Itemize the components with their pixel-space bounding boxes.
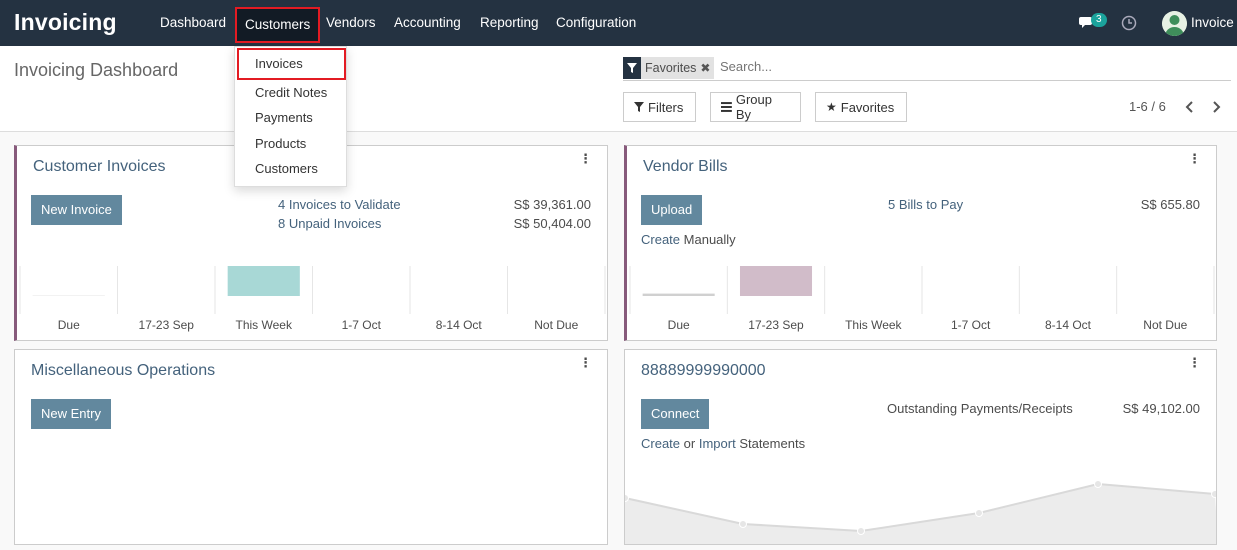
menu-vendors[interactable]: Vendors (317, 0, 385, 46)
bank-journal-card: 88889999990000 ⋮ Connect Outstanding Pay… (624, 349, 1217, 545)
bills-to-pay-link[interactable]: 5 Bills to Pay (888, 197, 963, 212)
outstanding-label[interactable]: Outstanding Payments/Receipts (887, 401, 1073, 416)
search-underline (623, 80, 1231, 81)
dropdown-item-payments[interactable]: Payments (255, 110, 313, 125)
card-title[interactable]: Customer Invoices (33, 158, 166, 176)
chart-point (857, 527, 865, 535)
chart-x-label: 1-7 Oct (950, 318, 991, 332)
pager-previous-icon[interactable] (1184, 100, 1194, 114)
chart-point (625, 494, 629, 502)
new-entry-button[interactable]: New Entry (31, 399, 111, 429)
kebab-menu-icon[interactable]: ⋮ (579, 356, 592, 369)
create-link[interactable]: Create (641, 232, 680, 247)
kebab-menu-icon[interactable]: ⋮ (579, 152, 592, 165)
group-by-button[interactable]: Group By (710, 92, 801, 122)
bank-balance-chart[interactable] (625, 468, 1217, 545)
kebab-menu-icon[interactable]: ⋮ (1188, 152, 1201, 165)
chart-x-label: 17-23 Sep (138, 318, 194, 332)
group-by-label: Group By (735, 92, 772, 122)
chart-x-label: 8-14 Oct (435, 318, 482, 332)
or-text: or (683, 436, 696, 451)
facet-remove-icon[interactable]: ✖ (700, 57, 710, 79)
chart-x-label: 17-23 Sep (748, 318, 804, 332)
kebab-menu-icon[interactable]: ⋮ (1188, 356, 1201, 369)
chart-bar (227, 266, 300, 296)
vendor-bills-card: Vendor Bills ⋮ Upload 5 Bills to Pay S$ … (624, 145, 1217, 341)
favorites-button[interactable]: ★ Favorites (815, 92, 907, 122)
app-brand[interactable]: Invoicing (14, 9, 117, 36)
menu-accounting[interactable]: Accounting (385, 0, 470, 46)
top-navbar: Invoicing Dashboard Customers Vendors Ac… (0, 0, 1237, 46)
vendor-bills-chart[interactable] (627, 264, 1217, 314)
card-title[interactable]: Miscellaneous Operations (31, 362, 215, 380)
outstanding-amount: S$ 49,102.00 (1122, 401, 1200, 416)
invoices-to-validate-link[interactable]: 4 Invoices to Validate (278, 197, 401, 212)
unpaid-invoices-link[interactable]: 8 Unpaid Invoices (278, 216, 381, 231)
pager-next-icon[interactable] (1212, 100, 1222, 114)
chart-point (739, 520, 747, 528)
filter-icon (623, 57, 641, 79)
connect-button[interactable]: Connect (641, 399, 710, 429)
statements-text: Statements (739, 436, 806, 451)
clock-icon[interactable] (1121, 15, 1137, 31)
facet-label: Favorites (645, 61, 697, 75)
chart-bar (739, 266, 813, 296)
dropdown-item-customers[interactable]: Customers (255, 161, 318, 176)
chart-point (1094, 480, 1102, 488)
menu-customers[interactable]: Customers (235, 7, 321, 43)
chart-x-label: Due (667, 318, 690, 332)
bills-to-pay-amount: S$ 655.80 (1140, 197, 1200, 212)
pager-value[interactable]: 1-6 / 6 (1129, 99, 1166, 114)
chart-x-label: Due (57, 318, 80, 332)
create-manually-text: Manually (683, 232, 736, 247)
control-panel: Invoicing Dashboard Favorites ✖ Filters … (0, 46, 1237, 132)
create-link[interactable]: Create (641, 436, 680, 451)
card-title[interactable]: 88889999990000 (641, 362, 766, 380)
chart-bar (642, 293, 715, 296)
search-facet[interactable]: Favorites ✖ (623, 57, 715, 79)
upload-button[interactable]: Upload (641, 195, 703, 225)
notification-badge: 3 (1091, 13, 1107, 27)
dropdown-item-products[interactable]: Products (255, 136, 306, 151)
chart-x-label: 1-7 Oct (341, 318, 381, 332)
create-import-row: Create or Import Statements (641, 436, 805, 451)
import-link[interactable]: Import (699, 436, 736, 451)
create-manually-row: Create Manually (641, 232, 736, 247)
star-icon: ★ (826, 100, 837, 114)
chart-x-label: Not Due (1143, 318, 1188, 332)
dropdown-item-credit-notes[interactable]: Credit Notes (255, 85, 327, 100)
chart-area-fill (625, 484, 1216, 544)
chart-point (1211, 490, 1216, 498)
chart-x-label: This Week (235, 318, 292, 332)
menu-dashboard[interactable]: Dashboard (151, 0, 235, 46)
favorites-label: Favorites (840, 99, 895, 115)
customers-dropdown-menu: Invoices Credit Notes Payments Products … (234, 46, 347, 187)
list-icon (721, 102, 732, 112)
customer-invoices-chart[interactable] (17, 264, 608, 314)
search-input[interactable] (720, 59, 1220, 74)
chart-x-label: This Week (845, 318, 902, 332)
menu-reporting[interactable]: Reporting (471, 0, 548, 46)
card-title[interactable]: Vendor Bills (643, 158, 728, 176)
user-avatar[interactable] (1162, 11, 1187, 36)
filter-icon (634, 102, 644, 112)
chart-point (975, 509, 983, 517)
user-name[interactable]: Invoice (1191, 15, 1234, 30)
chart-bar (32, 295, 105, 296)
unpaid-invoices-amount: S$ 50,404.00 (513, 216, 591, 231)
filters-button[interactable]: Filters (623, 92, 696, 122)
chart-x-label: Not Due (534, 318, 579, 332)
filters-label: Filters (648, 99, 684, 115)
invoices-to-validate-amount: S$ 39,361.00 (513, 197, 591, 212)
dropdown-item-invoices[interactable]: Invoices (237, 48, 346, 80)
misc-operations-card: Miscellaneous Operations ⋮ New Entry (14, 349, 608, 545)
page-title: Invoicing Dashboard (14, 60, 179, 80)
chart-x-label: 8-14 Oct (1044, 318, 1091, 332)
menu-configuration[interactable]: Configuration (547, 0, 645, 46)
new-invoice-button[interactable]: New Invoice (31, 195, 122, 225)
